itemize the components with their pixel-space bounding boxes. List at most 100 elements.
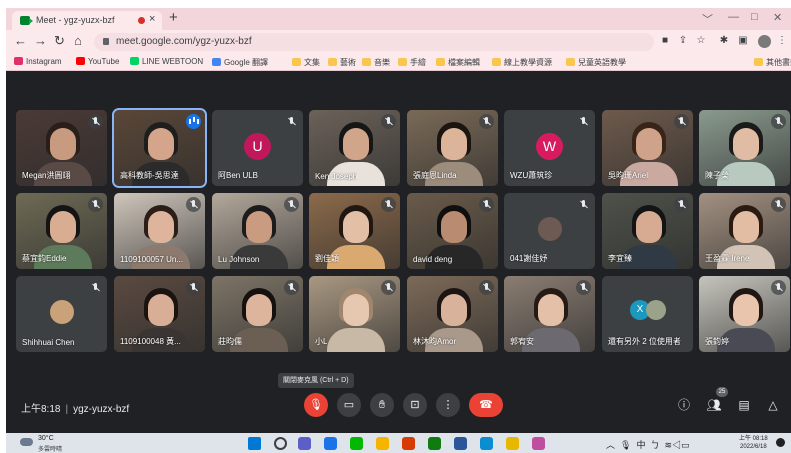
person-figure: [50, 128, 76, 160]
tab-close-button[interactable]: ×: [149, 13, 155, 25]
search-icon[interactable]: [274, 437, 287, 450]
notification-icon[interactable]: [776, 438, 785, 447]
people-icon[interactable]: 👥︎: [705, 396, 723, 414]
share-icon[interactable]: ⇪: [677, 35, 689, 47]
chat-icon[interactable]: ▤: [735, 396, 753, 414]
meeting-info-icon[interactable]: ⓘ: [675, 396, 693, 414]
maximize-button[interactable]: □: [751, 11, 758, 23]
taskbar-app-icon[interactable]: [350, 437, 363, 450]
participant-tile[interactable]: U 阿Ben ULB: [212, 110, 303, 186]
activities-icon[interactable]: △: [764, 396, 782, 414]
weather-desc: 多雲時晴: [38, 447, 63, 453]
bookmark-label: 線上教學資源: [504, 58, 552, 67]
taskbar-clock[interactable]: 上午 08:18 2022/6/18: [739, 435, 768, 451]
participant-tile[interactable]: 陳子榮: [699, 110, 790, 186]
person-figure: [148, 211, 174, 243]
participant-tile[interactable]: 小L: [309, 276, 400, 352]
bookmark-item[interactable]: Google 翻譯: [212, 57, 268, 68]
participant-tile[interactable]: 劉佳穎: [309, 193, 400, 269]
ime-language[interactable]: 中: [636, 440, 645, 450]
new-tab-button[interactable]: +: [169, 9, 178, 26]
profile-avatar-icon[interactable]: [758, 35, 771, 48]
taskbar-app-icon[interactable]: [298, 437, 311, 450]
tab-search-button[interactable]: ﹀: [702, 11, 713, 27]
taskbar-app-icon[interactable]: [454, 437, 467, 450]
tab-title: Meet - ygz-yuzx-bzf: [36, 15, 115, 25]
participant-tile[interactable]: 林沐昀Amor: [407, 276, 498, 352]
extensions-icon[interactable]: ✱: [718, 35, 730, 47]
participant-tile[interactable]: 1109100048 黃...: [114, 276, 205, 352]
taskbar-app-icon[interactable]: [480, 437, 493, 450]
bookmark-item[interactable]: 文集: [292, 57, 320, 68]
participant-tile[interactable]: W WZU蕭筑珍: [504, 110, 595, 186]
participant-tile[interactable]: 041謝佳妤: [504, 193, 595, 269]
person-figure: [343, 211, 369, 243]
bookmark-item[interactable]: 檔案編輯: [436, 57, 480, 68]
url-text: meet.google.com/ygz-yuzx-bzf: [116, 36, 252, 47]
bookmark-item[interactable]: YouTube: [76, 57, 119, 66]
taskbar-app-icon[interactable]: [324, 437, 337, 450]
participant-tile[interactable]: 張庭恩Linda: [407, 110, 498, 186]
mic-muted-icon: [381, 197, 396, 212]
participant-tile[interactable]: 李宜臻: [602, 193, 693, 269]
more-options-button[interactable]: ⋮: [436, 393, 460, 417]
participant-tile[interactable]: Ken Joseph: [309, 110, 400, 186]
side-panel-icon[interactable]: ▣: [737, 35, 749, 47]
participant-tile[interactable]: 郭宥安: [504, 276, 595, 352]
tray-chevron-icon[interactable]: ︿: [606, 440, 615, 450]
participant-tile[interactable]: 蔡宜鈞Eddie: [16, 193, 107, 269]
bookmark-item[interactable]: 其他書籤: [754, 57, 791, 68]
close-window-button[interactable]: ✕: [773, 11, 782, 24]
bookmark-item[interactable]: Instagram: [14, 57, 62, 66]
camera-permission-icon[interactable]: ■: [659, 35, 671, 47]
participant-tile[interactable]: 1109100057 Un...: [114, 193, 205, 269]
taskbar-app-icon[interactable]: [402, 437, 415, 450]
battery-icon[interactable]: ▭: [681, 440, 690, 450]
forward-arrow-icon[interactable]: →: [34, 34, 47, 48]
raise-hand-button[interactable]: ✋︎: [370, 393, 394, 417]
wifi-icon[interactable]: ≋: [665, 440, 673, 450]
system-tray: ︿ 🎙︎ 中 ㄅ ≋◁▭: [606, 438, 690, 451]
participant-avatar: [538, 217, 562, 241]
browser-tab-meet[interactable]: Meet - ygz-yuzx-bzf ×: [12, 11, 162, 30]
bookmark-item[interactable]: 音樂: [362, 57, 390, 68]
bookmark-item[interactable]: LINE WEBTOON: [130, 57, 203, 66]
bookmark-item[interactable]: 線上教學資源: [492, 57, 552, 68]
taskbar-app-icon[interactable]: [376, 437, 389, 450]
participant-tile[interactable]: david deng: [407, 193, 498, 269]
mic-muted-icon: [771, 280, 786, 295]
bookmark-item[interactable]: 手繪: [398, 57, 426, 68]
bookmark-item[interactable]: 藝術: [328, 57, 356, 68]
reload-icon[interactable]: ↻: [54, 34, 65, 48]
leave-call-button[interactable]: ☎︎: [469, 393, 503, 417]
participant-tile[interactable]: 王盈霖 Irene: [699, 193, 790, 269]
participant-tile[interactable]: 莊昀儒: [212, 276, 303, 352]
address-bar[interactable]: meet.google.com/ygz-yuzx-bzf: [94, 33, 654, 51]
taskbar-app-icon[interactable]: [532, 437, 545, 450]
taskbar-app-icon[interactable]: [506, 437, 519, 450]
microphone-toggle-button[interactable]: 🎙︎: [304, 393, 328, 417]
bookmark-item[interactable]: 兒童英語教學: [566, 57, 626, 68]
person-figure: [538, 294, 564, 326]
taskbar-app-icon[interactable]: [428, 437, 441, 450]
back-arrow-icon[interactable]: ←: [14, 34, 27, 48]
tray-mic-icon[interactable]: 🎙︎: [620, 440, 631, 450]
present-screen-button[interactable]: ⊡: [403, 393, 427, 417]
participant-tile[interactable]: Shihhuai Chen: [16, 276, 107, 352]
mic-muted-icon: [186, 280, 201, 295]
start-menu-icon[interactable]: [248, 437, 261, 450]
participant-tile[interactable]: 吳昀珊Ariel: [602, 110, 693, 186]
home-icon[interactable]: ⌂: [74, 34, 82, 48]
person-figure: [343, 294, 369, 326]
minimize-button[interactable]: —: [728, 11, 739, 23]
camera-toggle-button[interactable]: ▭: [337, 393, 361, 417]
participant-tile[interactable]: X 還有另外 2 位使用者: [602, 276, 693, 352]
menu-kebab-icon[interactable]: ⋮: [776, 35, 788, 47]
participant-tile[interactable]: Megan洪圓翊: [16, 110, 107, 186]
participant-tile[interactable]: 高科教師-吳思達: [112, 108, 207, 188]
participant-tile[interactable]: Lu Johnson: [212, 193, 303, 269]
volume-icon[interactable]: ◁: [672, 440, 681, 450]
participant-tile[interactable]: 張鈞婷: [699, 276, 790, 352]
ime-mode-icon[interactable]: ㄅ: [651, 440, 660, 450]
bookmark-star-icon[interactable]: ☆: [695, 35, 707, 47]
